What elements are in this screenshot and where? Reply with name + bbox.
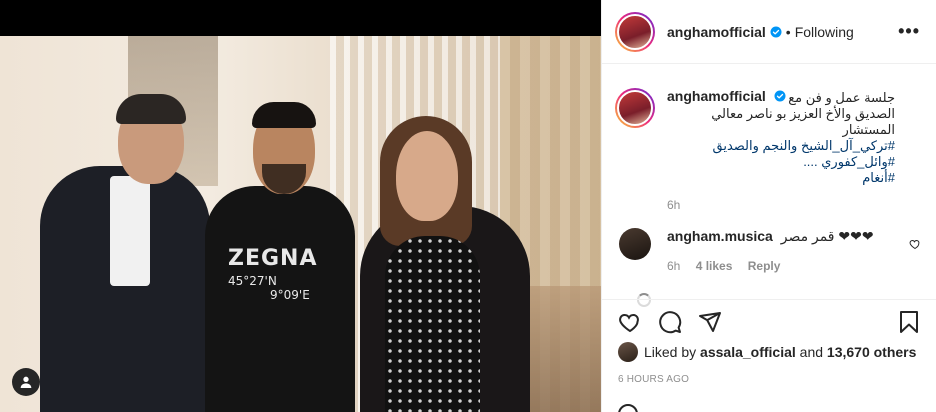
person-middle-hair xyxy=(252,102,316,128)
comment-heart-icon[interactable] xyxy=(909,238,921,250)
likes-middle: and xyxy=(799,344,824,360)
shirt-coord-2: 9°09'E xyxy=(270,288,310,302)
post-media[interactable]: ZEGNA 45°27'N 9°09'E xyxy=(0,0,601,412)
liker-avatar[interactable] xyxy=(618,342,638,362)
comment-line: angham.musica قمر مصر ❤❤❤ xyxy=(667,228,909,245)
shirt-coord-1: 45°27'N xyxy=(228,274,277,288)
post-header: anghamofficial • Following ••• xyxy=(602,0,936,64)
user-tag-icon xyxy=(20,376,32,388)
caption-line-3[interactable]: #تركي_آل_الشيخ والنجم والصديق #وائل_كفور… xyxy=(667,138,896,170)
caption-username[interactable]: anghamofficial xyxy=(667,88,766,104)
share-icon[interactable] xyxy=(698,310,722,334)
comment-reply-button[interactable]: Reply xyxy=(748,259,781,273)
post-actions: Liked by assala_official and 13,670 othe… xyxy=(602,299,936,385)
caption-body: anghamofficial جلسة عمل و فن مع الصديق و… xyxy=(667,88,921,186)
person-left-hair xyxy=(116,94,186,124)
person-left-shirt xyxy=(110,176,150,286)
likes-summary: Liked by assala_official and 13,670 othe… xyxy=(618,342,921,362)
user-tag-button[interactable] xyxy=(12,368,40,396)
caption: anghamofficial جلسة عمل و فن مع الصديق و… xyxy=(615,88,921,186)
post-side-panel: anghamofficial • Following ••• anghamoff… xyxy=(601,0,936,412)
action-icons xyxy=(618,304,921,340)
person-right-head xyxy=(396,131,458,221)
comment-username[interactable]: angham.musica xyxy=(667,228,773,244)
comments-section: anghamofficial جلسة عمل و فن مع الصديق و… xyxy=(602,64,936,307)
caption-time[interactable]: 6h xyxy=(667,198,921,212)
comment-body: angham.musica قمر مصر ❤❤❤ 6h 4 likes Rep… xyxy=(667,228,909,273)
comment-icon[interactable] xyxy=(658,310,682,334)
likes-count[interactable]: 13,670 others xyxy=(827,344,917,360)
following-button[interactable]: Following xyxy=(795,24,854,40)
header-avatar[interactable] xyxy=(615,11,655,52)
caption-avatar[interactable] xyxy=(615,88,655,128)
bookmark-icon[interactable] xyxy=(897,310,921,334)
comment-avatar[interactable] xyxy=(619,228,651,260)
shirt-brand: ZEGNA xyxy=(228,246,318,271)
caption-line-2: الصديق والأخ العزيز بو ناصر معالي المستش… xyxy=(711,106,895,137)
comment-item: angham.musica قمر مصر ❤❤❤ 6h 4 likes Rep… xyxy=(615,228,921,273)
caption-verified-icon xyxy=(774,90,786,102)
caption-line-4[interactable]: #أنغام xyxy=(667,170,895,186)
comment-likes[interactable]: 4 likes xyxy=(696,259,733,273)
header-separator: • xyxy=(785,23,791,40)
verified-icon xyxy=(770,26,782,37)
comment-text: قمر مصر ❤❤❤ xyxy=(780,228,874,244)
likes-user[interactable]: assala_official xyxy=(700,344,796,360)
header-username[interactable]: anghamofficial xyxy=(667,24,766,40)
add-comment-emoji-icon[interactable] xyxy=(618,404,638,412)
shirt-print: ZEGNA 45°27'N 9°09'E xyxy=(228,246,338,302)
post-timestamp[interactable]: 6 HOURS AGO xyxy=(618,374,921,385)
comment-meta: 6h 4 likes Reply xyxy=(667,259,909,273)
comment-time[interactable]: 6h xyxy=(667,259,680,273)
more-options-icon[interactable]: ••• xyxy=(898,21,920,42)
likes-prefix: Liked by xyxy=(644,344,697,360)
heart-icon[interactable] xyxy=(618,310,642,334)
person-right-dress xyxy=(385,236,480,412)
post-photo[interactable]: ZEGNA 45°27'N 9°09'E xyxy=(0,36,601,412)
instagram-post-view: ZEGNA 45°27'N 9°09'E anghamofficial • Fo… xyxy=(0,0,936,412)
